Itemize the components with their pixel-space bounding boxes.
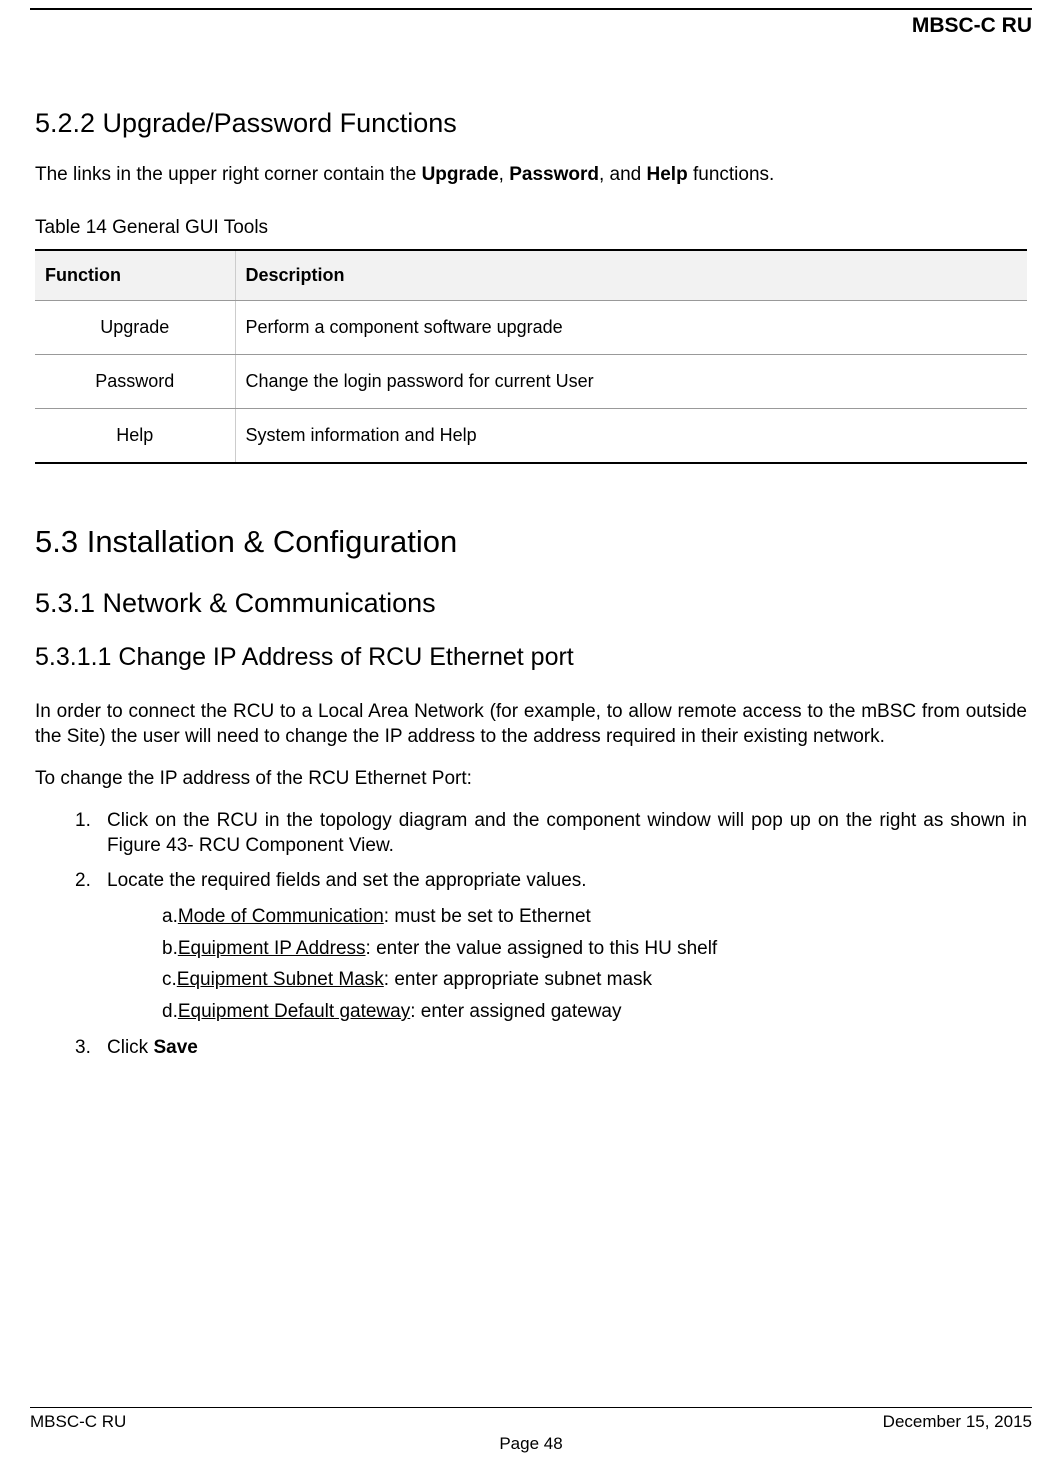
- list-item: a.Mode of Communication: must be set to …: [162, 903, 1027, 931]
- list-item: 1. Click on the RCU in the topology diag…: [75, 809, 1027, 858]
- intro-bold-password: Password: [509, 164, 599, 185]
- sub-letter: b.: [162, 938, 178, 959]
- footer-right: December 15, 2015: [883, 1412, 1032, 1432]
- step-text-pre: Click: [107, 1037, 153, 1058]
- intro-post: functions.: [688, 164, 775, 185]
- intro-bold-upgrade: Upgrade: [422, 164, 499, 185]
- footer: MBSC-C RU December 15, 2015 Page 48: [30, 1407, 1032, 1454]
- step-text: Click on the RCU in the topology diagram…: [107, 810, 1027, 856]
- cell-func: Upgrade: [35, 301, 235, 355]
- sub-label: Mode of Communication: [178, 906, 384, 927]
- step-num: 1.: [75, 809, 91, 834]
- table-header-row: Function Description: [35, 250, 1027, 301]
- intro-bold-help: Help: [647, 164, 688, 185]
- list-item: c.Equipment Subnet Mask: enter appropria…: [162, 966, 1027, 994]
- step-text-bold: Save: [153, 1037, 197, 1058]
- substeps-list: a.Mode of Communication: must be set to …: [107, 903, 1027, 1025]
- sub-label: Equipment Default gateway: [178, 1001, 410, 1022]
- heading-53: 5.3 Installation & Configuration: [35, 524, 1027, 560]
- footer-center: Page 48: [30, 1434, 1032, 1454]
- heading-5311: 5.3.1.1 Change IP Address of RCU Etherne…: [35, 643, 1027, 672]
- step-num: 3.: [75, 1036, 91, 1061]
- list-item: 2. Locate the required fields and set th…: [75, 869, 1027, 1026]
- heading-522: 5.2.2 Upgrade/Password Functions: [35, 108, 1027, 139]
- intro-pre: The links in the upper right corner cont…: [35, 164, 422, 185]
- step-text: Locate the required fields and set the a…: [107, 870, 587, 891]
- sub-letter: c.: [162, 969, 177, 990]
- intro-sep1: ,: [499, 164, 510, 185]
- intro-522: The links in the upper right corner cont…: [35, 163, 1027, 187]
- sub-label: Equipment IP Address: [178, 938, 366, 959]
- list-item: b.Equipment IP Address: enter the value …: [162, 935, 1027, 963]
- sub-letter: a.: [162, 906, 178, 927]
- header-rule: [30, 8, 1032, 10]
- th-description: Description: [235, 250, 1027, 301]
- table14-caption: Table 14 General GUI Tools: [35, 217, 1027, 239]
- cell-desc: Perform a component software upgrade: [235, 301, 1027, 355]
- list-item: d.Equipment Default gateway: enter assig…: [162, 998, 1027, 1026]
- footer-left: MBSC-C RU: [30, 1412, 126, 1432]
- sub-label: Equipment Subnet Mask: [177, 969, 384, 990]
- sub-rest: : enter assigned gateway: [410, 1001, 621, 1022]
- footer-row: MBSC-C RU December 15, 2015: [30, 1412, 1032, 1432]
- intro-sep2: , and: [599, 164, 647, 185]
- header-title: MBSC-C RU: [30, 14, 1032, 38]
- heading-531: 5.3.1 Network & Communications: [35, 588, 1027, 619]
- cell-desc: System information and Help: [235, 409, 1027, 464]
- para-5311-2: To change the IP address of the RCU Ethe…: [35, 767, 1027, 791]
- cell-func: Help: [35, 409, 235, 464]
- table-row: Password Change the login password for c…: [35, 355, 1027, 409]
- sub-rest: : enter the value assigned to this HU sh…: [366, 938, 718, 959]
- cell-func: Password: [35, 355, 235, 409]
- content-area: 5.2.2 Upgrade/Password Functions The lin…: [30, 108, 1032, 1407]
- table14: Function Description Upgrade Perform a c…: [35, 249, 1027, 464]
- table-row: Upgrade Perform a component software upg…: [35, 301, 1027, 355]
- th-function: Function: [35, 250, 235, 301]
- steps-list: 1. Click on the RCU in the topology diag…: [35, 809, 1027, 1060]
- cell-desc: Change the login password for current Us…: [235, 355, 1027, 409]
- sub-letter: d.: [162, 1001, 178, 1022]
- step-num: 2.: [75, 869, 91, 894]
- list-item: 3. Click Save: [75, 1036, 1027, 1061]
- table-row: Help System information and Help: [35, 409, 1027, 464]
- para-5311-1: In order to connect the RCU to a Local A…: [35, 700, 1027, 749]
- sub-rest: : enter appropriate subnet mask: [384, 969, 652, 990]
- sub-rest: : must be set to Ethernet: [384, 906, 591, 927]
